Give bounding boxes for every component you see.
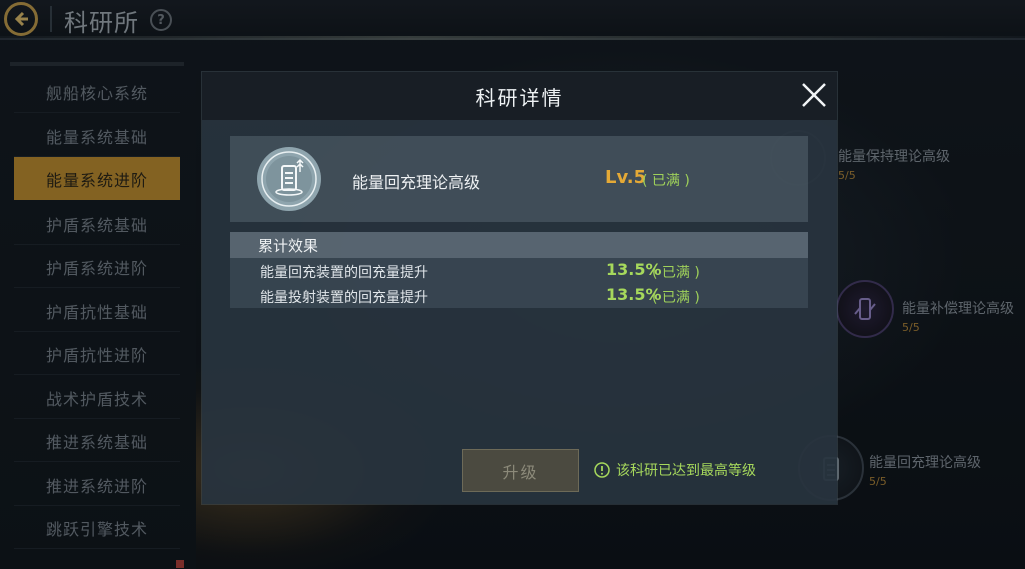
tech-level: Lv.5: [605, 167, 647, 188]
close-icon: [802, 83, 826, 107]
max-level-text: 该科研已达到最高等级: [616, 463, 756, 479]
effects-header: 累计效果: [230, 232, 808, 258]
effects-title: 累计效果: [258, 237, 319, 255]
effect-status: ( 已满 ): [652, 290, 700, 306]
effect-name: 能量回充装置的回充量提升: [260, 265, 428, 281]
research-detail-dialog: 科研详情 能量回充理论高级 Lv.5 ( 已满 ) 累计效果 能量回充装置的回充…: [202, 72, 837, 504]
info-icon: [594, 462, 610, 478]
max-level-notice: 该科研已达到最高等级: [594, 460, 756, 480]
effects-list: 能量回充装置的回充量提升 13.5% ( 已满 ) 能量投射装置的回充量提升 1…: [230, 258, 808, 308]
effect-status: ( 已满 ): [652, 265, 700, 281]
tech-name: 能量回充理论高级: [352, 173, 481, 192]
close-button[interactable]: [799, 80, 829, 110]
dialog-header: 科研详情: [202, 72, 837, 120]
tech-info-card: 能量回充理论高级 Lv.5 ( 已满 ): [230, 136, 808, 222]
effect-name: 能量投射装置的回充量提升: [260, 290, 428, 306]
tech-level-status: ( 已满 ): [642, 173, 690, 189]
upgrade-button[interactable]: 升级: [462, 449, 579, 492]
dialog-title: 科研详情: [475, 86, 564, 110]
effect-row: 能量回充装置的回充量提升 13.5% ( 已满 ): [230, 258, 808, 283]
energy-recharge-tech-icon: [256, 146, 322, 212]
effect-row: 能量投射装置的回充量提升 13.5% ( 已满 ): [230, 283, 808, 308]
